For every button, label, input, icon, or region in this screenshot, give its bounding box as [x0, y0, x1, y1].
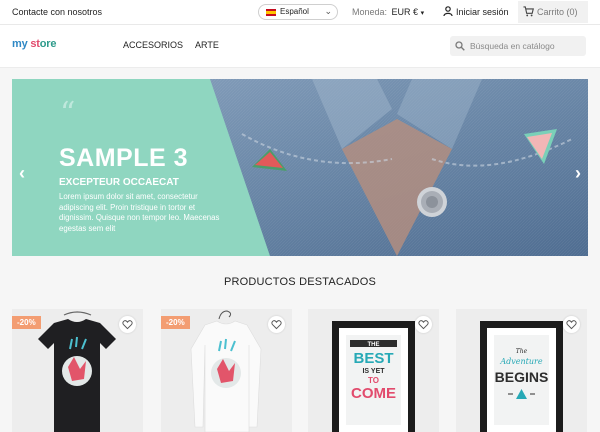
flag-icon [266, 9, 276, 16]
product-card[interactable]: THE BEST IS YET TO COME [308, 309, 439, 432]
featured-products-title: PRODUCTOS DESTACADOS [223, 276, 377, 288]
quote-mark-icon: “ [60, 96, 76, 131]
wishlist-button[interactable] [563, 316, 580, 333]
slide-subtitle: EXCEPTEUR OCCAECAT [59, 177, 179, 188]
language-label: Español [280, 7, 309, 16]
chevron-down-icon: ⌄ [324, 6, 332, 16]
header: my store ACCESORIOS ARTE Búsqueda en cat… [0, 25, 600, 68]
search-placeholder: Búsqueda en catálogo [470, 41, 555, 51]
main-nav: ACCESORIOS ARTE [123, 40, 229, 50]
nav-item-accesorios[interactable]: ACCESORIOS [123, 40, 183, 50]
slide-description: Lorem ipsum dolor sit amet, consectetur … [59, 192, 220, 233]
poster-line: BEGINS [495, 369, 549, 385]
logo-part: my [12, 38, 28, 50]
currency-value: EUR € [391, 7, 419, 17]
hero-slider[interactable]: “ SAMPLE 3 EXCEPTEUR OCCAECAT Lorem ipsu… [12, 79, 588, 256]
logo-part: st [30, 38, 40, 50]
search-input[interactable]: Búsqueda en catálogo [450, 36, 586, 56]
discount-badge: -20% [12, 316, 41, 329]
heart-icon [271, 320, 282, 330]
language-selector[interactable]: Español ⌄ [258, 4, 338, 20]
wishlist-button[interactable] [415, 316, 432, 333]
poster-line: COME [351, 385, 396, 402]
search-icon [455, 41, 465, 51]
arrow-left-icon[interactable]: ‹ [19, 164, 25, 182]
slide-title: SAMPLE 3 [59, 144, 189, 172]
logo-part: ore [39, 38, 57, 50]
poster-line: Adventure [499, 357, 542, 366]
discount-badge: -20% [161, 316, 190, 329]
poster-line: THE [368, 342, 380, 348]
login-label: Iniciar sesión [456, 7, 509, 17]
heart-icon [566, 320, 577, 330]
caret-down-icon: ▾ [420, 10, 425, 17]
poster-line: TO [368, 376, 379, 385]
poster-line: BEST [353, 350, 393, 367]
top-bar: Contacte con nosotros Español ⌄ Moneda: … [0, 0, 600, 25]
poster-line: The [516, 348, 528, 355]
heart-icon [122, 320, 133, 330]
product-card[interactable]: The Adventure BEGINS [456, 309, 587, 432]
currency-selector[interactable]: Moneda: EUR € ▾ [352, 7, 424, 17]
nav-item-arte[interactable]: ARTE [195, 40, 219, 50]
product-card[interactable]: -20% [161, 309, 292, 432]
cart-label: Carrito (0) [537, 7, 578, 17]
wishlist-button[interactable] [119, 316, 136, 333]
arrow-right-icon[interactable]: › [575, 164, 581, 182]
product-card[interactable]: -20% [12, 309, 143, 432]
cart-button[interactable]: Carrito (0) [518, 1, 588, 23]
heart-icon [418, 320, 429, 330]
cart-icon [523, 6, 534, 17]
poster-line: IS YET [362, 368, 385, 375]
person-icon [443, 6, 453, 16]
login-link[interactable]: Iniciar sesión [443, 6, 509, 17]
contact-link[interactable]: Contacte con nosotros [12, 7, 102, 17]
store-logo[interactable]: my store [12, 38, 56, 50]
wishlist-button[interactable] [268, 316, 285, 333]
currency-label: Moneda: [352, 7, 388, 17]
